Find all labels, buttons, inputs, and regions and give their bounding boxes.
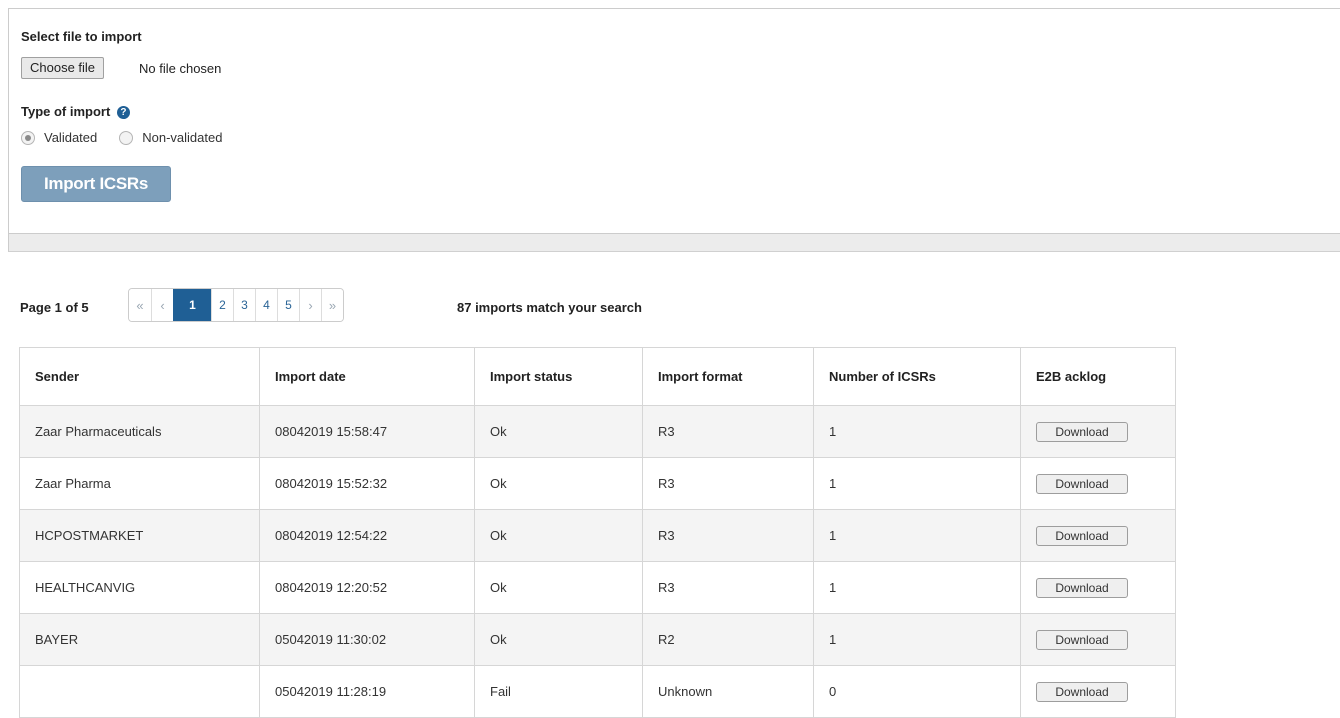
column-header-import-format: Import format [642, 347, 814, 406]
validated-radio[interactable] [21, 130, 35, 145]
sender-cell: Zaar Pharmaceuticals [19, 405, 260, 458]
sender-cell: HEALTHCANVIG [19, 561, 260, 614]
acklog-cell: Download [1020, 613, 1176, 666]
icsr-count-cell: 0 [813, 665, 1021, 718]
import-status-cell: Ok [474, 509, 643, 562]
import-status-cell: Ok [474, 561, 643, 614]
page-button-3[interactable]: 3 [233, 289, 255, 321]
table-header-row: Sender Import date Import status Import … [19, 347, 1176, 406]
download-button[interactable]: Download [1036, 681, 1128, 702]
icsr-count-cell: 1 [813, 509, 1021, 562]
acklog-cell: Download [1020, 509, 1176, 562]
column-header-number-of-icsrs: Number of ICSRs [813, 347, 1021, 406]
import-status-cell: Fail [474, 665, 643, 718]
table-row: BAYER 05042019 11:30:02 Ok R2 1 Download [19, 613, 1176, 666]
select-file-label: Select file to import [21, 29, 142, 44]
download-button[interactable]: Download [1036, 525, 1128, 546]
import-date-cell: 05042019 11:30:02 [259, 613, 475, 666]
page-indicator: Page 1 of 5 [20, 300, 89, 315]
icsr-count-cell: 1 [813, 405, 1021, 458]
import-format-cell: R3 [642, 509, 814, 562]
table-row: HCPOSTMARKET 08042019 12:54:22 Ok R3 1 D… [19, 509, 1176, 562]
import-status-cell: Ok [474, 457, 643, 510]
import-type-options: Validated Non-validated [21, 130, 244, 145]
import-format-cell: R3 [642, 561, 814, 614]
previous-page-button[interactable]: ‹ [151, 289, 173, 321]
choose-file-button[interactable]: Choose file [21, 57, 105, 79]
result-count: 87 imports match your search [457, 300, 642, 315]
import-date-cell: 08042019 12:54:22 [259, 509, 475, 562]
download-button[interactable]: Download [1036, 473, 1128, 494]
acklog-cell: Download [1020, 405, 1176, 458]
sender-cell: Zaar Pharma [19, 457, 260, 510]
page-button-2[interactable]: 2 [211, 289, 233, 321]
download-button[interactable]: Download [1036, 577, 1128, 598]
table-row: Zaar Pharmaceuticals 08042019 15:58:47 O… [19, 405, 1176, 458]
import-format-cell: R3 [642, 457, 814, 510]
sender-cell [19, 665, 260, 718]
column-header-e2b-acklog: E2B acklog [1020, 347, 1176, 406]
table-row: 05042019 11:28:19 Fail Unknown 0 Downloa… [19, 665, 1176, 718]
pagination: « ‹ 1 2 3 4 5 › » [128, 288, 344, 322]
import-format-cell: Unknown [642, 665, 814, 718]
column-header-import-status: Import status [474, 347, 643, 406]
acklog-cell: Download [1020, 665, 1176, 718]
icsr-count-cell: 1 [813, 561, 1021, 614]
import-status-cell: Ok [474, 405, 643, 458]
page-button-5[interactable]: 5 [277, 289, 299, 321]
import-type-label: Type of import [21, 104, 111, 119]
next-page-button[interactable]: › [299, 289, 321, 321]
import-format-cell: R3 [642, 405, 814, 458]
validated-radio-label[interactable]: Validated [44, 130, 97, 145]
import-date-cell: 05042019 11:28:19 [259, 665, 475, 718]
import-date-cell: 08042019 15:52:32 [259, 457, 475, 510]
import-icsrs-button[interactable]: Import ICSRs [21, 166, 171, 202]
import-format-cell: R2 [642, 613, 814, 666]
download-button[interactable]: Download [1036, 421, 1128, 442]
non-validated-radio-label[interactable]: Non-validated [142, 130, 222, 145]
table-row: HEALTHCANVIG 08042019 12:20:52 Ok R3 1 D… [19, 561, 1176, 614]
table-row: Zaar Pharma 08042019 15:52:32 Ok R3 1 Do… [19, 457, 1176, 510]
question-circle-icon[interactable]: ? [116, 106, 130, 119]
sender-cell: BAYER [19, 613, 260, 666]
file-status-text: No file chosen [139, 61, 222, 76]
icsr-count-cell: 1 [813, 457, 1021, 510]
column-header-import-date: Import date [259, 347, 475, 406]
import-date-cell: 08042019 12:20:52 [259, 561, 475, 614]
non-validated-radio[interactable] [119, 130, 134, 145]
import-date-cell: 08042019 15:58:47 [259, 405, 475, 458]
page-button-1[interactable]: 1 [173, 289, 211, 321]
acklog-cell: Download [1020, 457, 1176, 510]
acklog-cell: Download [1020, 561, 1176, 614]
imports-table: Sender Import date Import status Import … [19, 347, 1176, 718]
import-status-cell: Ok [474, 613, 643, 666]
section-divider [8, 234, 1340, 252]
icsr-count-cell: 1 [813, 613, 1021, 666]
page-button-4[interactable]: 4 [255, 289, 277, 321]
column-header-sender: Sender [19, 347, 260, 406]
first-page-button[interactable]: « [129, 289, 151, 321]
sender-cell: HCPOSTMARKET [19, 509, 260, 562]
download-button[interactable]: Download [1036, 629, 1128, 650]
import-panel: Select file to import Choose file No fil… [8, 8, 1340, 234]
import-type-heading: Type of import ? [21, 104, 130, 119]
last-page-button[interactable]: » [321, 289, 343, 321]
